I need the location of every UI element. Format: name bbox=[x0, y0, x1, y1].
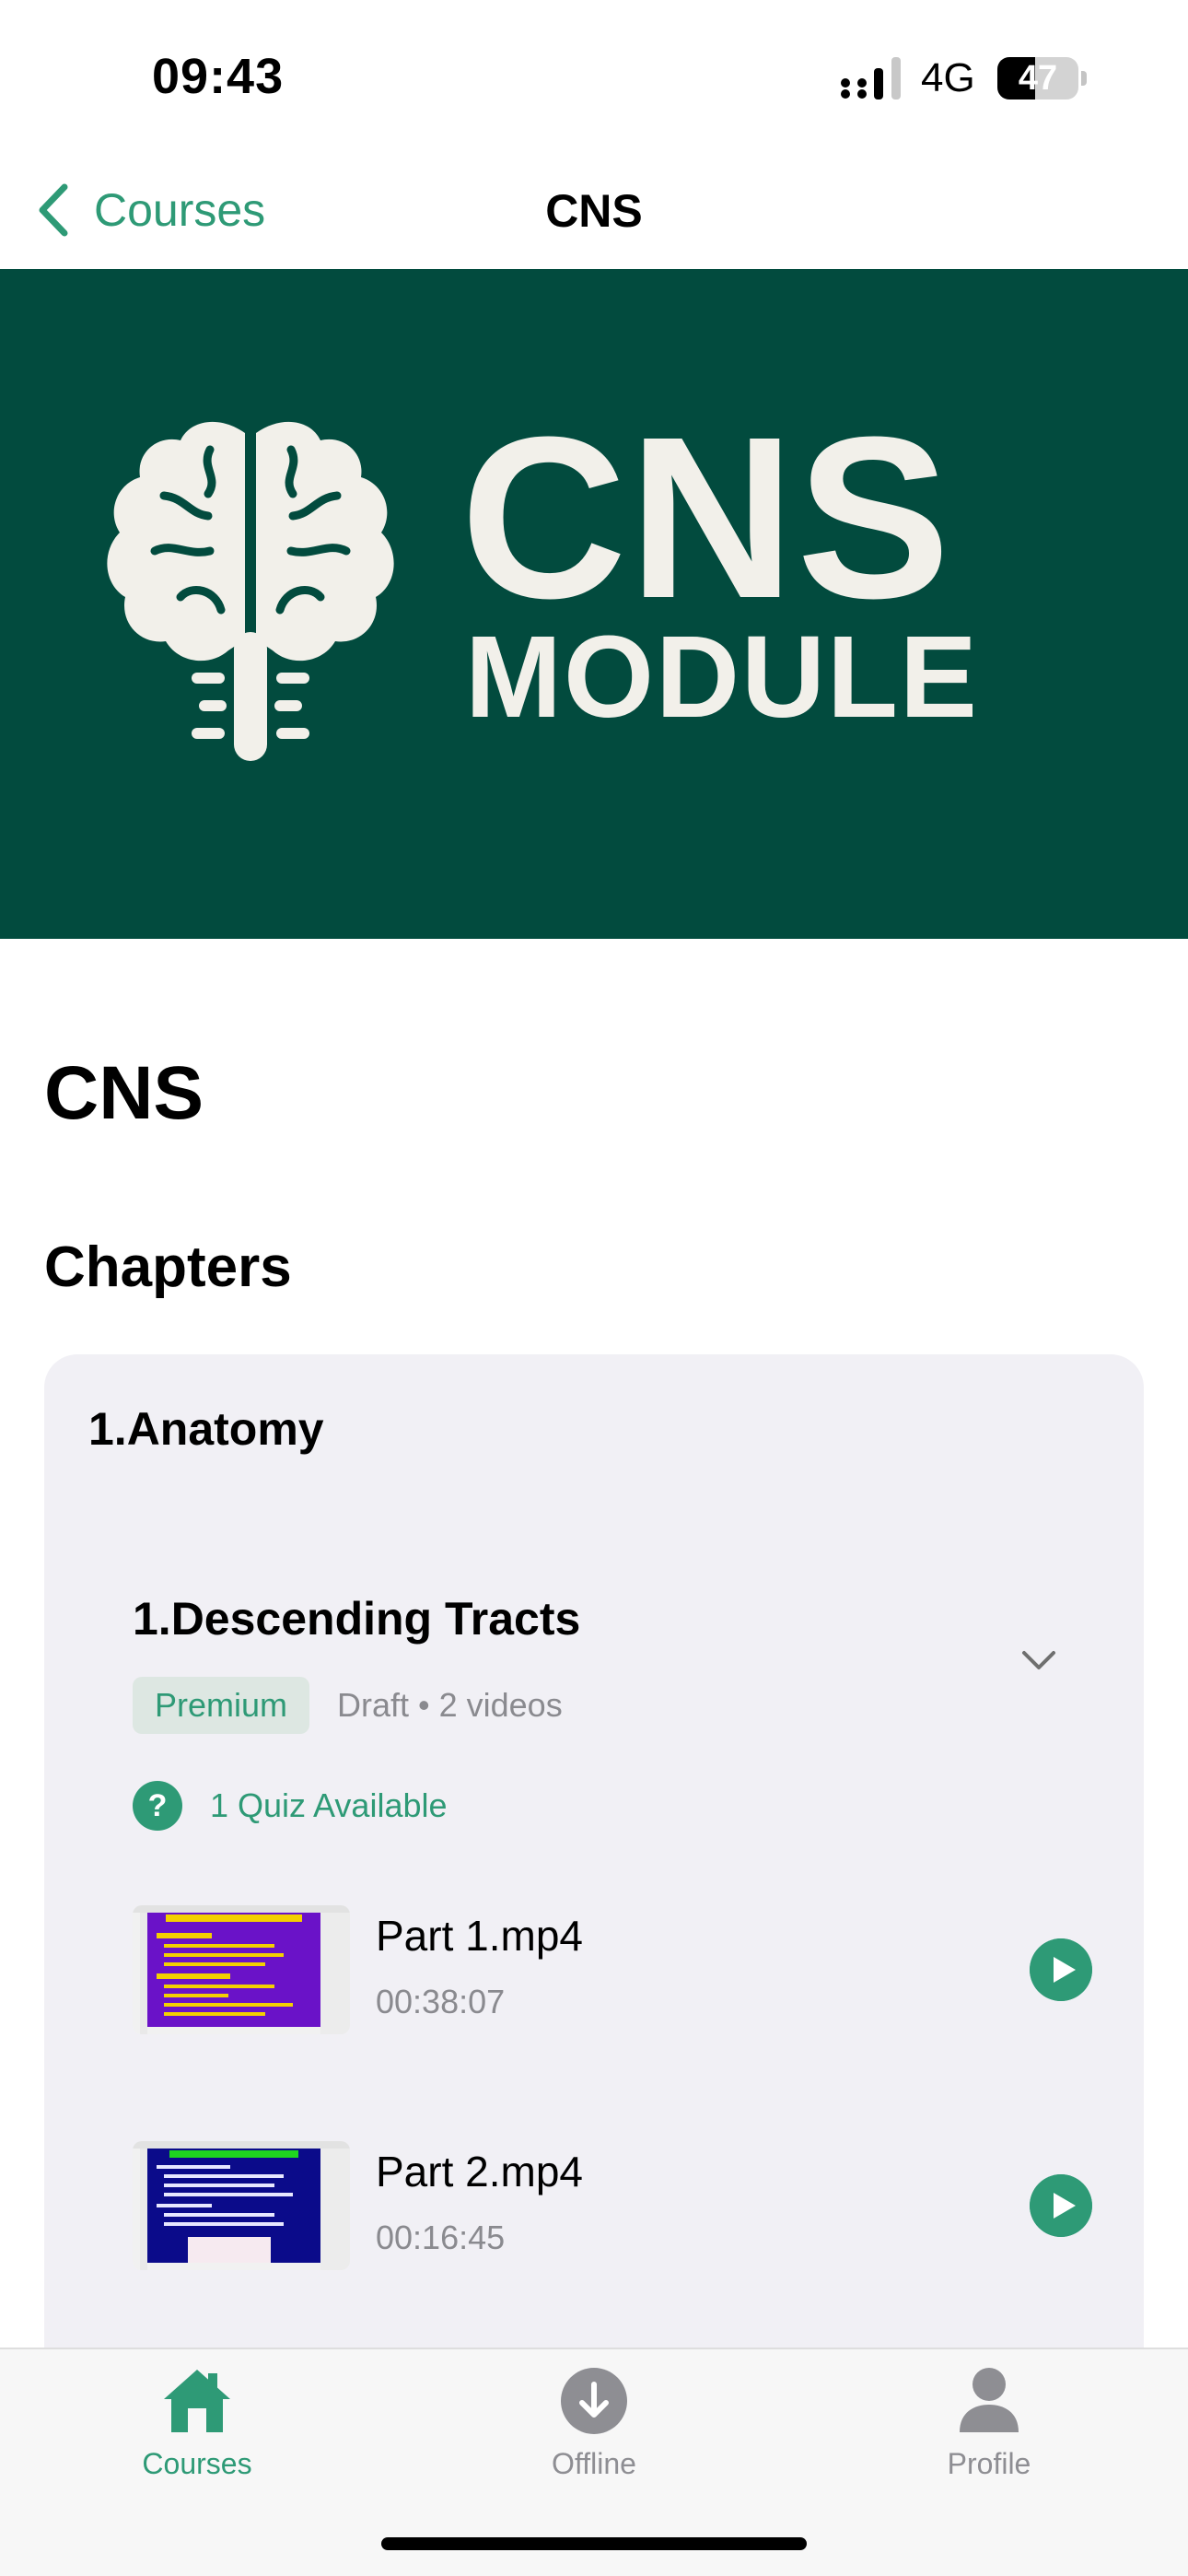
battery-percent: 47 bbox=[1018, 59, 1058, 98]
battery-tip bbox=[1081, 71, 1087, 86]
video-item[interactable]: Part 1.mp4 00:38:07 bbox=[133, 1905, 1109, 2043]
cellular-signal-icon bbox=[841, 57, 901, 100]
battery-icon: 47 bbox=[997, 57, 1078, 100]
page-title: CNS bbox=[545, 185, 643, 237]
tab-profile[interactable]: Profile bbox=[869, 2366, 1109, 2504]
quiz-label: 1 Quiz Available bbox=[210, 1786, 448, 1824]
quiz-link[interactable]: ? 1 Quiz Available bbox=[133, 1778, 448, 1833]
banner-title: CNS bbox=[460, 389, 952, 646]
video-duration: 00:16:45 bbox=[376, 2219, 506, 2256]
status-bar: 09:43 4G 47 bbox=[0, 0, 1188, 157]
chapters-heading: Chapters bbox=[44, 1235, 292, 1299]
navigation-bar: Courses CNS bbox=[0, 157, 1188, 269]
video-name: Part 2.mp4 bbox=[376, 2148, 583, 2195]
tab-courses[interactable]: Courses bbox=[77, 2366, 317, 2504]
tab-offline[interactable]: Offline bbox=[474, 2366, 714, 2504]
brain-icon bbox=[107, 421, 394, 761]
download-icon bbox=[561, 2368, 627, 2434]
banner-subtitle: MODULE bbox=[465, 612, 979, 742]
video-thumbnail bbox=[133, 1905, 350, 2034]
chapter-title: 1.Anatomy bbox=[88, 1403, 324, 1455]
tab-label: Offline bbox=[552, 2447, 636, 2480]
video-item[interactable]: Part 2.mp4 00:16:45 bbox=[133, 2141, 1109, 2279]
premium-badge: Premium bbox=[133, 1677, 310, 1734]
course-banner: CNS MODULE bbox=[0, 269, 1188, 939]
status-time: 09:43 bbox=[152, 49, 285, 104]
person-icon bbox=[960, 2368, 1019, 2432]
play-icon[interactable] bbox=[1030, 1938, 1092, 2001]
course-title: CNS bbox=[44, 1051, 204, 1135]
home-icon bbox=[164, 2370, 230, 2432]
video-thumbnail bbox=[133, 2141, 350, 2270]
tab-label: Courses bbox=[142, 2447, 252, 2480]
video-name: Part 1.mp4 bbox=[376, 1912, 583, 1960]
video-duration: 00:38:07 bbox=[376, 1983, 506, 2020]
tab-label: Profile bbox=[947, 2447, 1031, 2480]
question-mark-icon: ? bbox=[133, 1781, 182, 1831]
home-indicator[interactable] bbox=[381, 2537, 807, 2550]
chevron-down-icon[interactable] bbox=[1019, 1647, 1059, 1675]
lesson-title[interactable]: 1.Descending Tracts bbox=[133, 1592, 580, 1645]
network-type: 4G bbox=[921, 55, 975, 100]
play-icon[interactable] bbox=[1030, 2174, 1092, 2237]
lesson-meta: Draft • 2 videos bbox=[337, 1686, 563, 1724]
